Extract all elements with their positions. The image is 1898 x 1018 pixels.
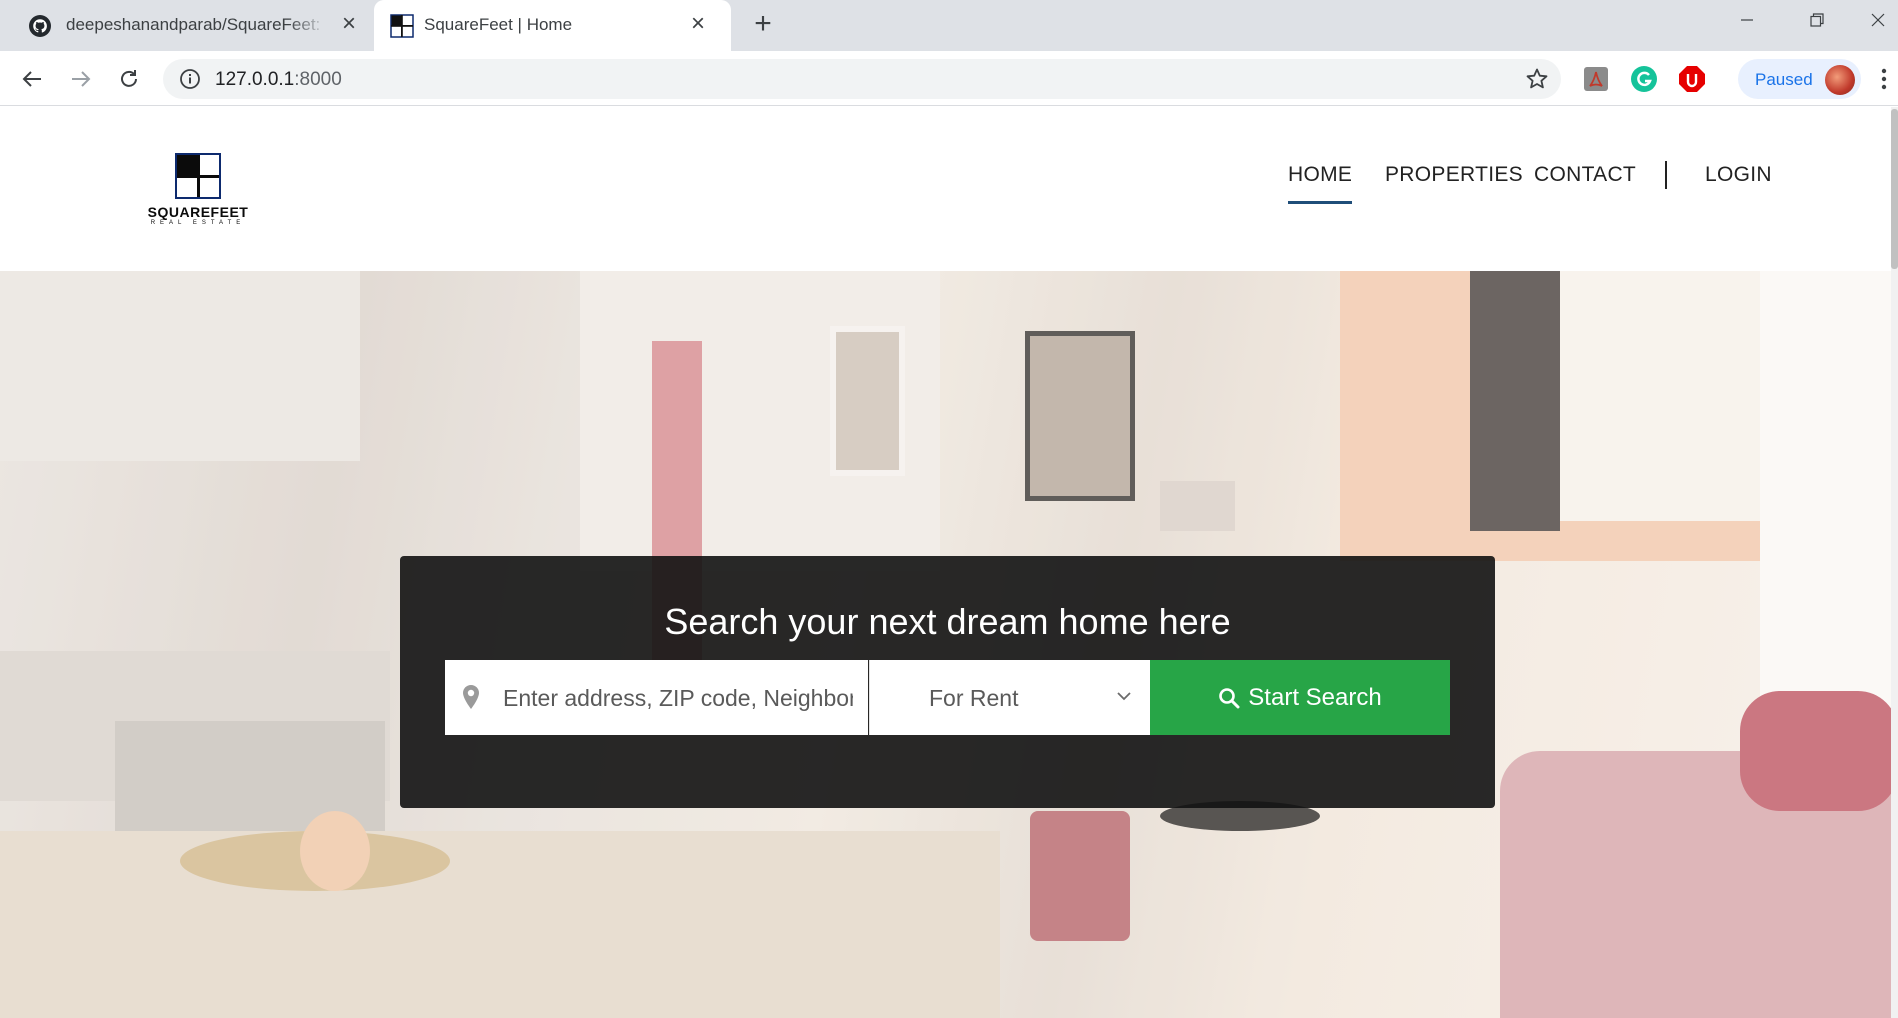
arrow-right-icon [72,71,91,87]
nav-contact[interactable]: CONTACT [1534,163,1636,187]
listing-type-value: For Rent [929,685,1019,711]
chevron-down-icon [1117,692,1131,701]
browser-tab-squarefeet[interactable]: SquareFeet | Home × [374,0,731,51]
browser-menu-icon[interactable] [1878,64,1890,94]
hero-headline: Search your next dream home here [664,601,1231,642]
profile-paused-button[interactable]: Paused [1738,59,1861,99]
url-text: 127.0.0.1:8000 [215,69,342,90]
minimize-window-icon[interactable] [1727,6,1767,36]
grammarly-extension-icon[interactable] [1630,65,1658,93]
nav-home[interactable]: HOME [1288,163,1353,204]
tab-title: SquareFeet | Home [424,15,573,34]
start-search-button[interactable]: Start Search [1150,660,1450,735]
avatar [1825,65,1855,95]
close-tab-icon[interactable]: × [336,11,362,37]
nav-divider [1665,161,1667,189]
site-header: SQUAREFEET REAL ESTATE HOME PROPERTIES C… [0,107,1898,271]
nav-properties[interactable]: PROPERTIES [1385,163,1523,187]
reload-button[interactable] [112,62,146,96]
profile-status-label: Paused [1755,70,1813,89]
address-input[interactable] [503,678,853,718]
scrollbar-thumb[interactable] [1891,109,1898,269]
arrow-left-icon [22,71,41,87]
nav-login[interactable]: LOGIN [1705,163,1772,187]
location-pin-icon [463,685,479,709]
reload-icon [121,70,137,87]
forward-button[interactable] [64,62,98,96]
page-scrollbar[interactable] [1891,107,1898,1018]
search-icon [1219,687,1240,708]
site-info-icon[interactable] [179,68,201,90]
restore-window-icon[interactable] [1797,6,1837,36]
address-field[interactable] [445,660,868,735]
back-button[interactable] [15,62,49,96]
listing-type-select[interactable]: For Rent [869,660,1150,735]
search-panel: Search your next dream home here For Ren… [400,556,1495,808]
logo-mark-icon [175,153,221,199]
pdf-extension-icon[interactable] [1582,65,1610,93]
address-bar[interactable]: 127.0.0.1:8000 [163,59,1561,99]
adblock-extension-icon[interactable] [1678,65,1706,93]
github-icon [29,15,51,37]
browser-toolbar: 127.0.0.1:8000 Paused [0,51,1898,106]
logo-name: SQUAREFEET [147,204,249,220]
logo-subtitle: REAL ESTATE [150,220,246,226]
browser-tab-strip: deepeshanandparab/SquareFeet: × SquareFe… [0,0,1898,51]
bookmark-star-icon[interactable] [1525,67,1549,91]
start-search-label: Start Search [1248,683,1382,711]
browser-tab-github[interactable]: deepeshanandparab/SquareFeet: × [0,0,372,51]
close-tab-icon[interactable]: × [685,11,711,37]
tab-title: deepeshanandparab/SquareFeet: [66,15,328,35]
close-window-icon[interactable] [1858,6,1898,36]
hero-banner: Search your next dream home here For Ren… [0,271,1898,1018]
new-tab-button[interactable]: + [748,9,778,39]
squarefeet-logo[interactable]: SQUAREFEET REAL ESTATE [146,153,250,233]
squarefeet-favicon-icon [390,14,414,38]
